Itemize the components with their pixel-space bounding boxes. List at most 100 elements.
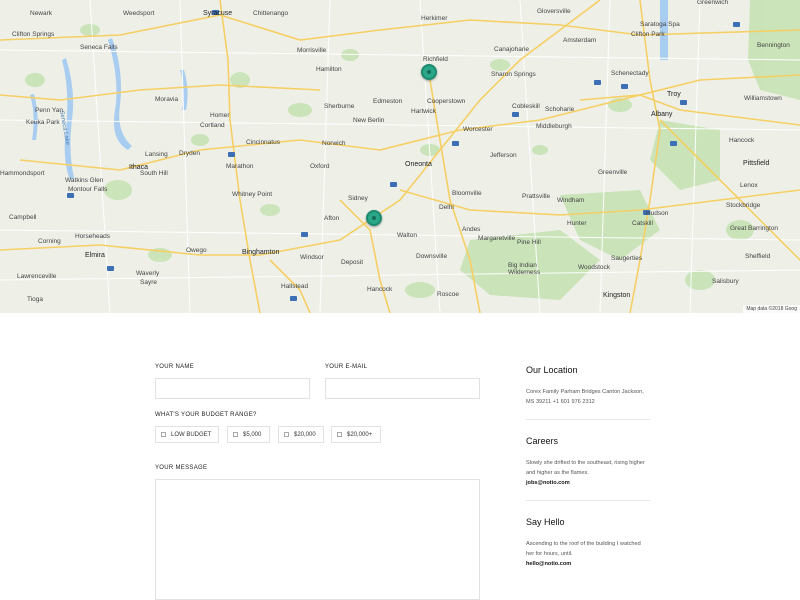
map-label: Roscoe [437, 291, 460, 298]
hello-title: Say Hello [526, 517, 565, 527]
map-label: Lansing [145, 151, 168, 158]
map-label: Moravia [155, 96, 179, 103]
map-label: Pittsfield [743, 160, 770, 167]
map-attribution[interactable]: Map data ©2018 Goog [743, 305, 800, 313]
map-label: Cobleskill [512, 103, 540, 110]
location-block: Our Location Corex Family Parham Bridges… [526, 365, 650, 407]
map-label: Windsor [300, 254, 324, 261]
map-label: Deposit [341, 259, 364, 266]
map-label: Montour Falls [68, 186, 108, 193]
location-address: Corex Family Parham Bridges Canton Jacks… [526, 389, 644, 405]
careers-text: Slowly she drifted to the southeast, ris… [526, 460, 645, 476]
map-label: Salisbury [712, 278, 739, 285]
checkbox-icon[interactable] [161, 432, 166, 437]
map-label: Schenectady [611, 70, 649, 77]
map-label: Middleburgh [536, 123, 572, 130]
budget-option-label: $5,000 [243, 431, 262, 438]
map-label: Oneonta [405, 161, 432, 168]
budget-option-20000[interactable]: $20,000 [278, 426, 324, 443]
map-label: Worcester [463, 126, 493, 133]
map-label: Margaretville [478, 235, 516, 242]
map-label: Dryden [179, 150, 200, 157]
map-label: Hancock [729, 137, 755, 144]
map-label: Saratoga Spa [640, 21, 680, 28]
map-label: Schoharie [545, 106, 575, 113]
careers-email-link[interactable]: jobs@notio.com [526, 478, 650, 488]
map-label: Edmeston [373, 98, 403, 105]
checkbox-icon[interactable] [233, 432, 238, 437]
map-label: Bloomville [452, 190, 482, 197]
map-label: Delhi [439, 204, 454, 211]
map-label: Prattsville [522, 193, 551, 200]
map-label: Binghamton [242, 249, 280, 256]
location-map[interactable]: Newark Weedsport Syracuse Chittenango He… [0, 0, 800, 313]
map-label: Whitney Point [232, 191, 273, 198]
map-label: New Berlin [353, 117, 385, 124]
map-marker[interactable] [366, 210, 382, 226]
email-input[interactable] [325, 378, 480, 399]
map-label: Great Barrington [730, 225, 779, 232]
map-label: Elmira [85, 252, 105, 259]
map-label: Afton [324, 215, 340, 222]
map-label: Sharon Springs [491, 71, 536, 78]
careers-title: Careers [526, 436, 559, 446]
map-label: Kingston [603, 292, 631, 299]
hello-block: Say Hello Ascending to the roof of the b… [526, 517, 650, 569]
map-label: Amsterdam [563, 37, 597, 44]
map-label: Marathon [226, 163, 254, 170]
budget-option-20000-plus[interactable]: $20,000+ [331, 426, 381, 443]
budget-option-5000[interactable]: $5,000 [227, 426, 270, 443]
map-label: Hudson [646, 210, 669, 217]
name-label: YOUR NAME [155, 364, 195, 370]
map-label: Gloversville [537, 8, 571, 15]
map-label: Waverly [136, 270, 160, 277]
map-label: Hunter [567, 220, 587, 227]
map-label: Watkins Glen [65, 177, 104, 184]
map-label: Chittenango [253, 10, 289, 17]
map-label: Walton [397, 232, 417, 239]
map-label: Greenville [598, 169, 628, 176]
name-input[interactable] [155, 378, 310, 399]
map-label: Homer [210, 112, 230, 119]
message-textarea[interactable] [155, 479, 480, 600]
map-label: Big Indian Wilderness [508, 262, 541, 276]
hello-email-link[interactable]: hello@notio.com [526, 559, 650, 569]
map-canvas [0, 0, 800, 313]
map-label: Corning [38, 238, 61, 245]
map-label: Hamilton [316, 66, 342, 73]
map-label: Bennington [757, 42, 790, 49]
map-label: Cooperstown [427, 98, 466, 105]
checkbox-icon[interactable] [337, 432, 342, 437]
map-label: Weedsport [123, 10, 155, 17]
map-label: Keuka Park [26, 119, 60, 126]
hello-text: Ascending to the roof of the building I … [526, 541, 641, 557]
budget-label: WHAT'S YOUR BUDGET RANGE? [155, 412, 257, 418]
map-label: Woodstock [578, 264, 611, 271]
map-label: Sidney [348, 195, 368, 202]
map-label: Clifton Springs [12, 31, 55, 38]
map-label: Syracuse [203, 10, 233, 17]
budget-option-label: LOW BUDGET [171, 431, 212, 438]
checkbox-icon[interactable] [284, 432, 289, 437]
map-label: Sheffield [745, 253, 771, 260]
map-label: Windham [557, 197, 585, 204]
map-label: Pine Hill [517, 239, 541, 246]
map-label: Sherburne [324, 103, 355, 110]
budget-option-label: $20,000 [294, 431, 316, 438]
map-label: Catskill [632, 220, 653, 227]
map-label: Greenwich [697, 0, 729, 6]
map-label: Herkimer [421, 15, 448, 22]
map-label: Morrisville [297, 47, 327, 54]
budget-option-low[interactable]: LOW BUDGET [155, 426, 219, 443]
map-marker[interactable] [421, 64, 437, 80]
map-label: Hartwick [411, 108, 436, 115]
map-label: Sayre [140, 279, 157, 286]
map-label: Horseheads [75, 233, 111, 240]
map-label: Saugerties [611, 255, 643, 262]
map-label: Hammondsport [0, 170, 45, 177]
message-label: YOUR MESSAGE [155, 465, 208, 471]
sidebar-divider [526, 500, 650, 501]
map-label: Cincinnatus [246, 139, 280, 146]
map-label: Lawrenceville [17, 273, 57, 280]
budget-option-label: $20,000+ [347, 431, 373, 438]
